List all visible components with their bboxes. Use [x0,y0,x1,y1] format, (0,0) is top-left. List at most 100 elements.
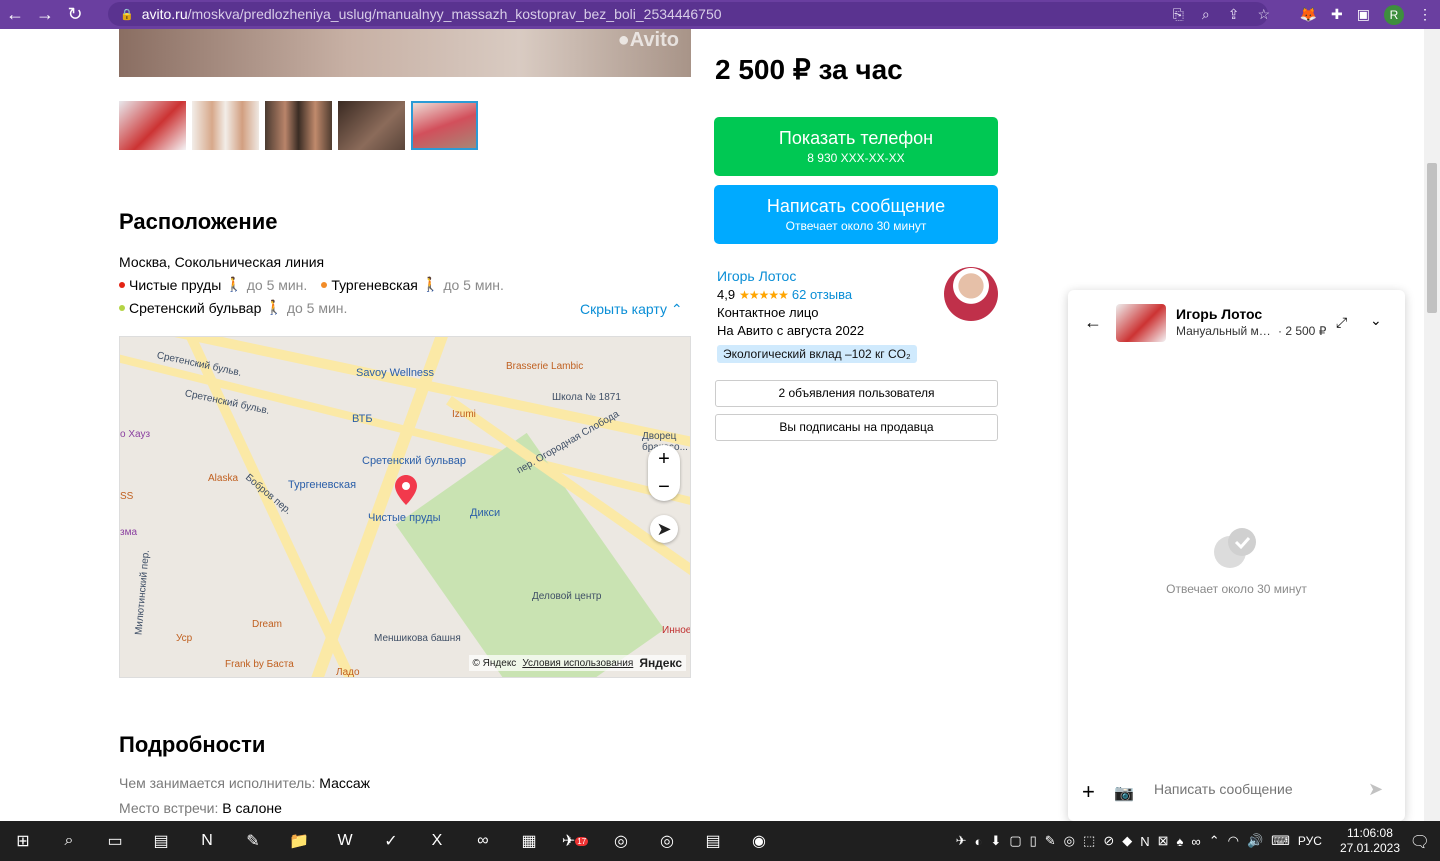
write-message-label: Написать сообщение [766,196,946,216]
tray-icon[interactable]: ⊠ [1158,833,1169,849]
tray-icon[interactable]: ⬚ [1083,833,1095,849]
geolocation-icon[interactable]: ➤ [650,515,678,543]
bookmark-star-icon[interactable]: ☆ [1257,6,1270,23]
sticky-notes-icon[interactable]: ✓ [368,821,414,861]
notepad-icon[interactable]: ✎ [230,821,276,861]
metamask-icon[interactable]: 🦊 [1300,6,1317,23]
page-content: ●Avito Расположение Москва, Сокольническ… [0,29,1424,821]
thumbnail-1[interactable] [119,101,186,150]
volume-icon[interactable]: 🔊 [1247,833,1263,849]
lock-icon: 🔒 [120,8,134,21]
file-icon[interactable]: ▤ [138,821,184,861]
kebab-menu-icon[interactable]: ⋮ [1418,6,1432,23]
tray-icon[interactable]: ⊘ [1103,833,1114,849]
zoom-icon[interactable]: ⌕ [1202,6,1210,23]
camera-icon[interactable]: 📷 [1114,783,1134,803]
profile-avatar[interactable]: R [1384,4,1404,25]
telegram-icon[interactable]: ✈ 17 [552,821,598,861]
tray-icon[interactable]: ▢ [1009,833,1021,849]
tray-icon[interactable]: ⬇ [990,833,1001,849]
main-photo[interactable]: ●Avito [119,29,691,77]
app-icon[interactable]: ∞ [460,821,506,861]
tray-icon[interactable]: ◆ [1122,833,1132,849]
metro-dot-icon [119,304,125,311]
reload-icon[interactable]: ↻ [60,0,90,29]
open-in-window-icon[interactable]: ⤢ [1336,314,1347,331]
sidepanel-icon[interactable]: ▣ [1357,6,1370,23]
send-icon[interactable]: ➤ [1368,779,1383,800]
extensions-area: 🦊 ✚ ▣ R ⋮ [1300,0,1432,29]
thumbnail-2[interactable] [192,101,259,150]
search-icon[interactable]: ⌕ [46,821,92,861]
tray-icon[interactable]: ◎ [1064,833,1075,849]
thumbnail-3[interactable] [265,101,332,150]
seller-name-link[interactable]: Игорь Лотос [717,268,796,284]
chevron-down-icon[interactable]: ⌄ [1370,312,1382,329]
map-copyright: © Яндекс [472,657,517,669]
seller-ads-button[interactable]: 2 объявления пользователя [715,380,998,407]
calculator-icon[interactable]: ▤ [690,821,736,861]
share-icon[interactable]: ⇪ [1228,6,1240,23]
notification-icon[interactable]: 🗨 [1410,832,1430,852]
task-view-icon[interactable]: ▭ [92,821,138,861]
tray-icon[interactable]: ◐ [975,834,983,849]
location-pin-icon [395,475,417,505]
address-bar[interactable]: 🔒 avito.ru/moskva/predlozheniya_uslug/ma… [108,2,1268,26]
reviews-link[interactable]: 62 отзыва [792,287,852,302]
map-label: ВТБ [352,413,373,425]
zoom-in-icon[interactable]: + [658,448,670,471]
metro-station: Сретенский бульвар 🚶 до 5 мин. [119,299,347,316]
subscribed-button[interactable]: Вы подписаны на продавца [715,414,998,441]
map-label: Усp [176,633,193,644]
seller-avatar[interactable] [944,267,998,321]
tray-icon[interactable]: ∞ [1191,834,1200,849]
app-icon[interactable]: ▦ [506,821,552,861]
map-terms-link[interactable]: Условия использования [522,658,633,669]
tray-icon[interactable]: ✎ [1045,833,1056,849]
chevron-up-icon[interactable]: ⌃ [1209,833,1220,849]
chat-message-input[interactable] [1154,781,1354,797]
map-label: Милютинский пер. [133,549,152,636]
scrollbar-thumb[interactable] [1427,163,1437,313]
write-message-button[interactable]: Написать сообщение Отвечает около 30 мин… [714,185,998,244]
map[interactable]: Сретенский бульв. Сретенский бульв. Savo… [119,336,691,678]
input-language[interactable]: РУС [1298,834,1322,848]
windows-start-icon[interactable]: ⊞ [0,821,46,861]
thumbnail-5[interactable] [411,101,478,150]
chrome-icon[interactable]: ◎ [644,821,690,861]
zoom-out-icon[interactable]: − [658,476,670,499]
star-icon: ★★★★★ [739,287,789,302]
back-icon[interactable]: ← [0,0,30,29]
avito-watermark-icon: ●Avito [617,29,679,51]
eco-badge[interactable]: Экологический вклад –102 кг CO₂ [717,345,917,363]
arrow-left-icon[interactable]: ← [1084,312,1102,333]
clock-time: 11:06:08 [1347,826,1393,840]
thumbnail-4[interactable] [338,101,405,150]
chat-ad-thumbnail[interactable] [1116,304,1166,342]
tray-icon[interactable]: ✈ [956,833,967,849]
forward-icon[interactable]: → [30,0,60,29]
telegram-badge: 17 [575,836,589,846]
keyboard-icon[interactable]: ⌨ [1271,833,1290,849]
wifi-icon[interactable]: ◠ [1228,833,1239,849]
show-phone-button[interactable]: Показать телефон 8 930 XXX-XX-XX [714,117,998,176]
clock[interactable]: 11:06:08 27.01.2023 [1340,826,1400,856]
chrome-icon[interactable]: ◎ [598,821,644,861]
metro-dot-icon [321,281,328,288]
word-icon[interactable]: W [322,821,368,861]
translate-icon[interactable]: ⎘ [1173,6,1184,23]
puzzle-icon[interactable]: ✚ [1331,6,1343,23]
plus-icon[interactable]: + [1082,779,1095,805]
folder-icon[interactable]: 📁 [276,821,322,861]
tray-icon[interactable]: N [1140,834,1149,849]
tray-icon[interactable]: ▯ [1030,833,1037,849]
details-title: Подробности [119,732,266,757]
firefox-icon[interactable]: ◉ [736,821,782,861]
excel-icon[interactable]: X [414,821,460,861]
walk-icon: 🚶 [225,276,243,292]
hide-map-link[interactable]: Скрыть карту ⌃ [580,301,683,318]
onenote-icon[interactable]: N [184,821,230,861]
windows-taskbar: ⊞ ⌕ ▭ ▤ N ✎ 📁 W ✓ X ∞ ▦ ✈ 17 ◎ ◎ ▤ ◉ ✈ ◐ … [0,821,1440,861]
tray-icon[interactable]: ♠ [1177,834,1184,849]
page-scrollbar[interactable] [1424,29,1440,821]
